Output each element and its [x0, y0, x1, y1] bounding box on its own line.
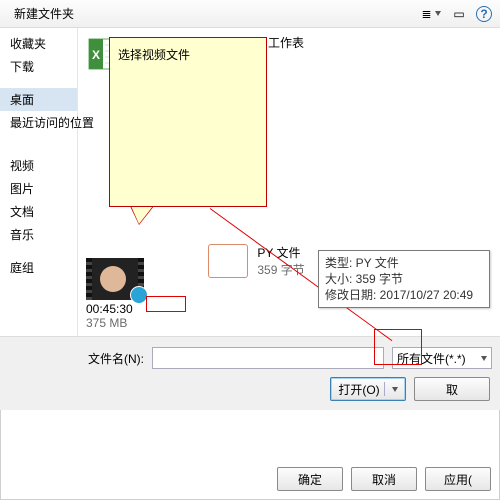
- annotation-callout: 选择视频文件: [109, 37, 267, 207]
- video-duration: 00:45:30: [86, 302, 144, 316]
- help-icon[interactable]: ?: [476, 6, 492, 22]
- filename-input[interactable]: [152, 347, 384, 369]
- bottom-bar: 文件名(N): 所有文件(*.*) 打开(O) 取: [0, 336, 500, 410]
- open-button[interactable]: 打开(O): [330, 377, 406, 401]
- sidebar-item-videos[interactable]: 视频: [0, 154, 77, 177]
- callout-tail: [131, 206, 153, 224]
- sidebar-item-favorites[interactable]: 收藏夹: [0, 32, 77, 55]
- sidebar-item-documents[interactable]: 文档: [0, 200, 77, 223]
- file-meta: 00:45:30 375 MB: [86, 302, 144, 330]
- video-thumbnail-icon: [86, 258, 144, 300]
- chevron-down-icon: [392, 387, 398, 392]
- annotation-box-video: [146, 296, 186, 312]
- sidebar-item-downloads[interactable]: 下载: [0, 55, 77, 78]
- apply-button[interactable]: 应用(: [425, 467, 491, 491]
- toolbar: 新建文件夹 ≣ ▭ ?: [0, 0, 500, 28]
- sidebar-item-music[interactable]: 音乐: [0, 223, 77, 246]
- callout-text: 选择视频文件: [118, 48, 190, 62]
- cancel-button[interactable]: 取: [414, 377, 490, 401]
- tooltip-date: 修改日期: 2017/10/27 20:49: [325, 287, 483, 303]
- sidebar-item-homegroup[interactable]: 庭组: [0, 256, 77, 279]
- file-open-dialog: 新建文件夹 ≣ ▭ ? 收藏夹 下载 桌面 最近访问的位置 视频 图片 文档 音…: [0, 0, 500, 410]
- sidebar-item-desktop[interactable]: 桌面: [0, 88, 77, 111]
- file-tooltip: 类型: PY 文件 大小: 359 字节 修改日期: 2017/10/27 20…: [318, 250, 490, 308]
- view-mode-button[interactable]: ≣: [420, 4, 442, 24]
- preview-pane-button[interactable]: ▭: [448, 4, 470, 24]
- cancel-button[interactable]: 取消: [351, 467, 417, 491]
- chevron-down-icon: [435, 11, 441, 16]
- video-size: 375 MB: [86, 316, 144, 330]
- file-item-py[interactable]: PY 文件 359 字节: [208, 244, 305, 278]
- sidebar: 收藏夹 下载 桌面 最近访问的位置 视频 图片 文档 音乐 庭组: [0, 28, 78, 336]
- ok-button[interactable]: 确定: [277, 467, 343, 491]
- tooltip-type: 类型: PY 文件: [325, 255, 483, 271]
- sidebar-item-recent[interactable]: 最近访问的位置: [0, 111, 77, 134]
- tooltip-size: 大小: 359 字节: [325, 271, 483, 287]
- chevron-down-icon: [481, 356, 487, 361]
- py-file-icon: [208, 244, 248, 278]
- parent-dialog: 确定 取消 应用(: [0, 410, 500, 500]
- svg-text:X: X: [92, 48, 100, 62]
- sidebar-item-pictures[interactable]: 图片: [0, 177, 77, 200]
- new-folder-button[interactable]: 新建文件夹: [8, 3, 80, 24]
- filename-label: 文件名(N):: [88, 350, 144, 367]
- file-item-video[interactable]: 00:45:30 375 MB: [86, 258, 144, 330]
